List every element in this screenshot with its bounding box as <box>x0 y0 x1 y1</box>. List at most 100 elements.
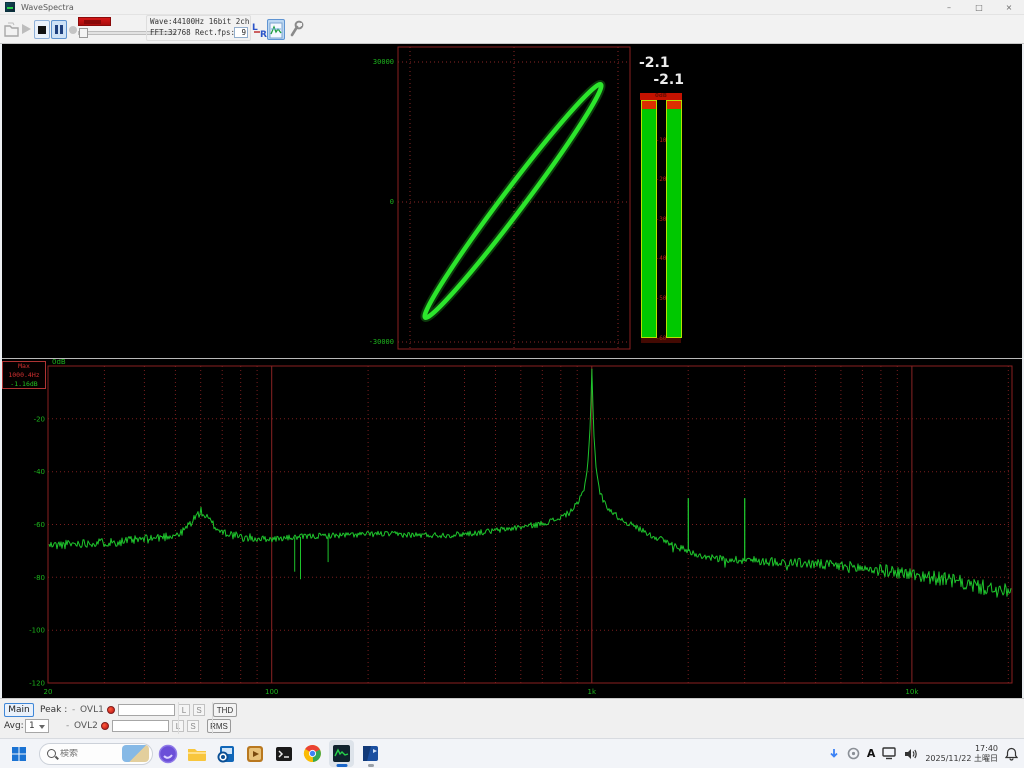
svg-text:R: R <box>260 30 267 39</box>
clock-date: 2025/11/22 土曜日 <box>925 754 998 764</box>
svg-text:0dB: 0dB <box>52 359 66 366</box>
max-level: -1.16dB <box>3 380 45 389</box>
spectrum-plot: 0dB-20-40-60-80-100-120201001k10k <box>0 359 1024 699</box>
svg-text:-120: -120 <box>29 680 45 688</box>
ovl1-field[interactable] <box>118 704 175 716</box>
svg-text:-60: -60 <box>34 521 45 529</box>
taskbar-file-explorer-icon[interactable] <box>184 740 209 767</box>
control-separator-2 <box>212 702 213 734</box>
window-left-edge <box>0 44 2 698</box>
search-icon <box>47 749 56 758</box>
meter-bottom-strip <box>641 338 681 343</box>
widgets-weather-thumbnail[interactable] <box>122 745 149 762</box>
maximize-button[interactable]: □ <box>964 0 994 15</box>
thd-button[interactable]: THD <box>213 703 237 717</box>
max-label: Max <box>3 362 45 371</box>
stop-icon <box>38 26 46 34</box>
meter-readout-right: -2.1 <box>638 72 684 88</box>
position-slider-thumb[interactable] <box>79 28 88 38</box>
ovl1-s-button[interactable]: S <box>193 704 205 716</box>
lissajous-ytick: 30000 <box>356 58 394 66</box>
running-app-indicator <box>368 764 374 767</box>
spectrum-display-icon <box>268 21 284 40</box>
dash-1: - <box>72 705 80 715</box>
play-button[interactable] <box>22 24 31 34</box>
minimize-button[interactable]: – <box>934 0 964 15</box>
lissajous-plot <box>0 44 1024 358</box>
open-file-icon[interactable] <box>4 21 19 38</box>
svg-text:-100: -100 <box>29 627 45 635</box>
control-separator-1 <box>178 702 179 734</box>
meter-tick: -50 <box>641 295 681 302</box>
taskbar-terminal-icon[interactable] <box>271 740 296 767</box>
start-button[interactable] <box>6 740 31 767</box>
ovl2-s-button[interactable]: S <box>187 720 199 732</box>
taskbar-wavespectra-icon[interactable] <box>329 740 354 767</box>
clock-time: 17:40 <box>925 744 998 754</box>
control-bar: Main Peak : - OVL1 L S THD Avg: 1 - OVL2… <box>0 698 1024 738</box>
record-button[interactable] <box>69 26 77 34</box>
meter-tick: -20 <box>641 176 681 183</box>
wavespectra-app-icon <box>5 2 15 12</box>
display-mode-button[interactable] <box>267 19 285 40</box>
windows-logo-icon <box>11 746 27 762</box>
ovl1-label: OVL1 <box>80 705 104 715</box>
rms-button[interactable]: RMS <box>207 719 231 733</box>
spectrum-panel: 0dB-20-40-60-80-100-120201001k10k Max 10… <box>0 358 1024 698</box>
window-controls: – □ × <box>934 0 1024 15</box>
taskbar: A 17:40 2025/11/22 土曜日 <box>0 738 1024 768</box>
meter-tick: -10 <box>641 137 681 144</box>
lissajous-panel: 300000-30000 -2.1 -2.1 0dB -10-20-30-40-… <box>0 44 1024 358</box>
ime-mode-indicator[interactable]: A <box>867 747 876 760</box>
taskbar-media-player-icon[interactable] <box>242 740 267 767</box>
lissajous-ytick: -30000 <box>356 338 394 346</box>
stop-button[interactable] <box>34 20 50 39</box>
tray-chevron-download-icon[interactable] <box>828 748 840 760</box>
notifications-bell-icon[interactable] <box>1005 747 1018 761</box>
dash-2: - <box>66 721 74 731</box>
fps-field[interactable]: 9 <box>234 27 248 38</box>
ovl2-field[interactable] <box>112 720 169 732</box>
taskbar-search[interactable] <box>39 743 153 765</box>
ovl2-label: OVL2 <box>74 721 98 731</box>
wave-format-info: Wave:44100Hz 16bit 2ch <box>150 17 249 26</box>
svg-text:-20: -20 <box>34 415 45 423</box>
titlebar: WaveSpectra – □ × <box>0 0 1024 15</box>
toolbar: Wave:44100Hz 16bit 2ch FFT:32768 Rect. f… <box>0 15 1024 44</box>
meter-tick: -40 <box>641 255 681 262</box>
meter-clip-indicator: 0dB <box>640 93 682 100</box>
close-button[interactable]: × <box>994 0 1024 15</box>
svg-text:-40: -40 <box>34 468 45 476</box>
taskbar-chrome-icon[interactable] <box>300 740 325 767</box>
settings-wrench-icon[interactable] <box>289 20 305 39</box>
meter-tick: -30 <box>641 216 681 223</box>
ovl2-led <box>101 722 109 730</box>
volume-icon[interactable] <box>904 748 918 760</box>
channel-lr-button[interactable]: L R <box>252 21 268 39</box>
meter-readout-left: -2.1 <box>639 55 685 71</box>
taskbar-clock[interactable]: 17:40 2025/11/22 土曜日 <box>925 744 998 764</box>
fft-info: FFT:32768 Rect. <box>150 28 218 37</box>
active-app-indicator <box>336 764 347 767</box>
main-tab-button[interactable]: Main <box>4 703 34 717</box>
search-input[interactable] <box>60 749 112 759</box>
ovl1-led <box>107 706 115 714</box>
svg-text:20: 20 <box>44 688 53 696</box>
avg-select[interactable]: 1 <box>25 719 49 733</box>
system-tray: A 17:40 2025/11/22 土曜日 <box>828 744 1024 764</box>
svg-text:10k: 10k <box>905 688 919 696</box>
fps-label: fps: <box>217 28 235 37</box>
record-indicator <box>78 17 111 26</box>
taskbar-copilot-icon[interactable] <box>155 740 180 767</box>
taskbar-outlook-icon[interactable] <box>213 740 238 767</box>
tray-onedrive-icon[interactable] <box>847 747 860 760</box>
network-icon[interactable] <box>882 747 897 760</box>
ovl1-l-button[interactable]: L <box>178 704 190 716</box>
svg-text:100: 100 <box>265 688 278 696</box>
pause-button[interactable] <box>51 20 67 39</box>
svg-text:1k: 1k <box>588 688 597 696</box>
max-frequency: 1000.4Hz <box>3 371 45 380</box>
window-title: WaveSpectra <box>21 3 74 12</box>
taskbar-movie-app-icon[interactable] <box>358 740 383 767</box>
avg-label: Avg: <box>4 721 25 731</box>
